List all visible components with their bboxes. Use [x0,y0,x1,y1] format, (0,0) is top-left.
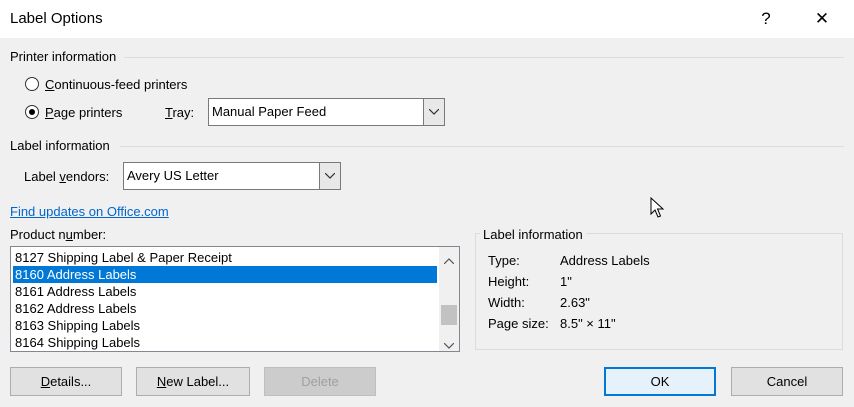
list-item[interactable]: 8127 Shipping Label & Paper Receipt [13,249,437,266]
detail-key: Width: [488,295,525,310]
continuous-feed-radio[interactable] [25,77,39,91]
detail-value: 2.63" [560,295,590,310]
page-printers-radio[interactable] [25,105,39,119]
detail-value: Address Labels [560,253,650,268]
close-button[interactable]: ✕ [800,4,844,34]
ok-button[interactable]: OK [604,367,716,396]
label-vendors-label: Label vendors: [24,169,110,184]
delete-button[interactable]: Delete [264,367,376,396]
printer-info-heading: Printer information [10,49,117,64]
product-number-list[interactable]: 8127 Shipping Label & Paper Receipt 8160… [10,246,460,352]
list-item[interactable]: 8161 Address Labels [13,283,437,300]
help-icon: ? [761,9,771,28]
product-number-label: Product number: [10,227,107,242]
scrollbar-thumb[interactable] [441,305,457,325]
new-label-button[interactable]: New Label... [136,367,250,396]
tray-label: Tray: [165,105,195,120]
detail-key: Page size: [488,316,549,331]
divider [120,146,844,147]
detail-key: Height: [488,274,530,289]
label-info-heading: Label information [10,138,110,153]
chevron-up-icon[interactable] [443,252,455,267]
cancel-button[interactable]: Cancel [731,367,843,396]
vendor-value: Avery US Letter [127,168,219,183]
title-bar [0,0,854,38]
label-vendors-dropdown[interactable]: Avery US Letter [123,162,341,190]
tray-value: Manual Paper Feed [212,104,327,119]
tray-dropdown[interactable]: Manual Paper Feed [208,98,445,126]
details-button[interactable]: Details... [10,367,122,396]
list-item[interactable]: 8160 Address Labels [13,266,437,283]
vertical-scrollbar[interactable] [439,247,459,351]
window-title: Label Options [10,10,103,27]
chevron-down-icon[interactable] [443,337,455,351]
detail-key: Type: [488,253,520,268]
chevron-down-icon[interactable] [319,163,340,189]
close-icon: ✕ [814,9,830,28]
chevron-down-icon[interactable] [423,99,444,125]
label-details-title: Label information [480,227,586,242]
detail-value: 8.5" × 11" [560,316,616,331]
divider [124,57,844,58]
label-details-group [475,233,843,350]
list-item[interactable]: 8162 Address Labels [13,300,437,317]
list-item[interactable]: 8163 Shipping Labels [13,317,437,334]
help-button[interactable]: ? [744,4,788,34]
mouse-pointer-icon [650,196,666,222]
find-updates-link[interactable]: Find updates on Office.com [10,204,169,219]
continuous-feed-label[interactable]: Continuous-feed printers [45,77,187,92]
detail-value: 1" [560,274,572,289]
page-printers-label[interactable]: Page printers [45,105,122,120]
list-item[interactable]: 8164 Shipping Labels [13,334,437,351]
